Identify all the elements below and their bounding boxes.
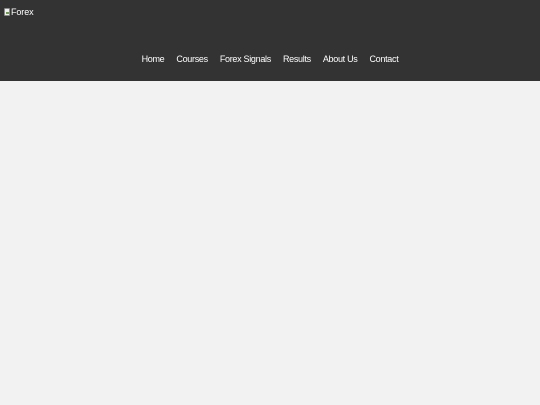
nav-item-home[interactable]: Home: [142, 54, 165, 64]
site-header: Forex Home Courses Forex Signals Results…: [0, 0, 540, 81]
nav-item-about-us[interactable]: About Us: [323, 54, 358, 64]
site-logo[interactable]: Forex: [4, 6, 34, 18]
nav-item-forex-signals[interactable]: Forex Signals: [220, 54, 271, 64]
logo-alt-text: Forex: [11, 7, 34, 17]
main-content: [0, 81, 540, 405]
nav-item-courses[interactable]: Courses: [176, 54, 208, 64]
main-nav: Home Courses Forex Signals Results About…: [0, 51, 540, 67]
nav-item-contact[interactable]: Contact: [369, 54, 398, 64]
broken-image-icon: [4, 8, 10, 16]
nav-item-results[interactable]: Results: [283, 54, 311, 64]
